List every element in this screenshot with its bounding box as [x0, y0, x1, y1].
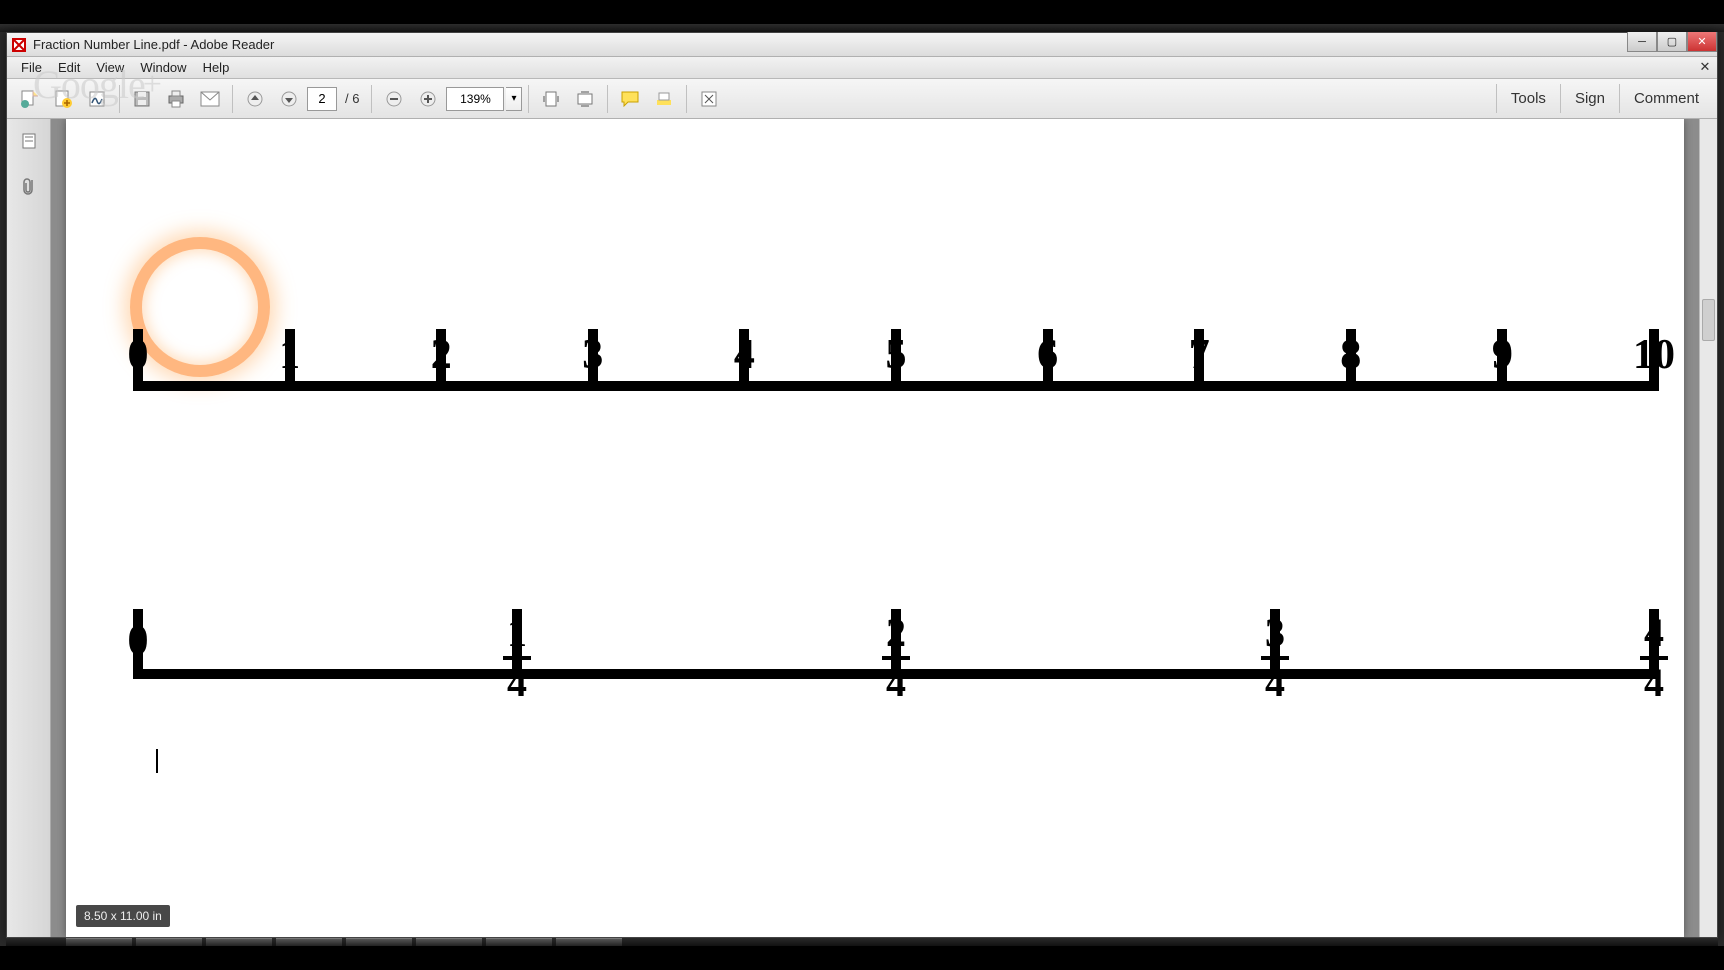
tick-label: 0 [128, 617, 149, 665]
taskbar-item[interactable] [66, 938, 132, 946]
tab-comment[interactable]: Comment [1619, 84, 1713, 113]
letterbox-bottom [0, 946, 1724, 970]
tab-sign[interactable]: Sign [1560, 84, 1619, 113]
zoom-in-icon[interactable] [412, 83, 444, 115]
tick-label: 9 [1492, 331, 1513, 379]
desktop-screen: Fraction Number Line.pdf - Adobe Reader … [0, 24, 1724, 946]
taskbar-item[interactable] [556, 938, 622, 946]
taskbar-item[interactable] [136, 938, 202, 946]
menu-window[interactable]: Window [132, 58, 194, 77]
taskbar[interactable] [6, 938, 1718, 946]
window-title: Fraction Number Line.pdf - Adobe Reader [33, 37, 274, 52]
page-dimensions-badge: 8.50 x 11.00 in [76, 905, 170, 927]
menubar: File Edit View Window Help ✕ [7, 57, 1717, 79]
create-pdf-icon[interactable] [47, 83, 79, 115]
navigation-sidebar [7, 119, 51, 937]
tick-label: 4 [734, 331, 755, 379]
tick-label: 7 [1189, 331, 1210, 379]
pdf-page: 012345678910 014243444 8.50 x 11.00 in [66, 119, 1684, 937]
tick-label: 24 [882, 613, 910, 703]
number-line-integers: 012345678910 [138, 319, 1654, 391]
taskbar-item[interactable] [486, 938, 552, 946]
fit-page-icon[interactable] [535, 83, 567, 115]
close-button[interactable]: ✕ [1687, 32, 1717, 52]
toolbar: / 6 139% ▾ Tools Sign Comment [7, 79, 1717, 119]
save-icon[interactable] [126, 83, 158, 115]
scrollbar-thumb[interactable] [1702, 299, 1715, 341]
attachments-icon[interactable] [15, 173, 43, 201]
tick-label: 0 [128, 331, 149, 379]
vertical-scrollbar[interactable] [1699, 119, 1717, 937]
minimize-button[interactable]: ─ [1627, 32, 1657, 52]
menu-view[interactable]: View [88, 58, 132, 77]
email-icon[interactable] [194, 83, 226, 115]
menu-file[interactable]: File [13, 58, 50, 77]
tick-label: 10 [1633, 331, 1675, 379]
taskbar-item[interactable] [206, 938, 272, 946]
fit-width-icon[interactable] [569, 83, 601, 115]
tick-label: 2 [431, 331, 452, 379]
adobe-reader-window: Fraction Number Line.pdf - Adobe Reader … [6, 32, 1718, 938]
page-total-label: / 6 [339, 91, 365, 106]
toolbar-separator [371, 85, 372, 113]
comment-bubble-icon[interactable] [614, 83, 646, 115]
tick-label: 14 [503, 613, 531, 703]
page-down-icon[interactable] [273, 83, 305, 115]
zoom-dropdown-icon[interactable]: ▾ [506, 87, 522, 111]
print-icon[interactable] [160, 83, 192, 115]
maximize-button[interactable]: ▢ [1657, 32, 1687, 52]
taskbar-item[interactable] [346, 938, 412, 946]
number-line-fractions: 014243444 [138, 599, 1654, 679]
right-panel-tabs: Tools Sign Comment [1496, 79, 1713, 118]
background-browser-chrome [0, 24, 1724, 32]
tick-label: 5 [886, 331, 907, 379]
titlebar[interactable]: Fraction Number Line.pdf - Adobe Reader … [7, 33, 1717, 57]
text-cursor [156, 749, 158, 773]
page-number-input[interactable] [307, 87, 337, 111]
taskbar-items [66, 938, 622, 946]
taskbar-item[interactable] [276, 938, 342, 946]
letterbox-top [0, 0, 1724, 24]
window-controls: ─ ▢ ✕ [1627, 32, 1717, 52]
menu-help[interactable]: Help [195, 58, 238, 77]
tick-label: 8 [1340, 331, 1361, 379]
toolbar-separator [607, 85, 608, 113]
menu-edit[interactable]: Edit [50, 58, 88, 77]
zoom-value[interactable]: 139% [446, 87, 504, 111]
document-area[interactable]: 012345678910 014243444 8.50 x 11.00 in [51, 119, 1699, 937]
tick-label: 44 [1640, 613, 1668, 703]
toolbar-separator [528, 85, 529, 113]
tick-label: 1 [279, 331, 300, 379]
export-pdf-icon[interactable] [13, 83, 45, 115]
mdi-close-button[interactable]: ✕ [1697, 59, 1713, 75]
tick-label: 3 [582, 331, 603, 379]
highlight-icon[interactable] [648, 83, 680, 115]
thumbnails-icon[interactable] [15, 127, 43, 155]
pdf-icon [11, 37, 27, 53]
toolbar-separator [232, 85, 233, 113]
taskbar-item[interactable] [416, 938, 482, 946]
tab-tools[interactable]: Tools [1496, 84, 1560, 113]
read-mode-icon[interactable] [693, 83, 725, 115]
zoom-out-icon[interactable] [378, 83, 410, 115]
page-up-icon[interactable] [239, 83, 271, 115]
tick-label: 34 [1261, 613, 1289, 703]
sign-document-icon[interactable] [81, 83, 113, 115]
toolbar-separator [119, 85, 120, 113]
workspace: 012345678910 014243444 8.50 x 11.00 in [7, 119, 1717, 937]
toolbar-separator [686, 85, 687, 113]
tick-label: 6 [1037, 331, 1058, 379]
